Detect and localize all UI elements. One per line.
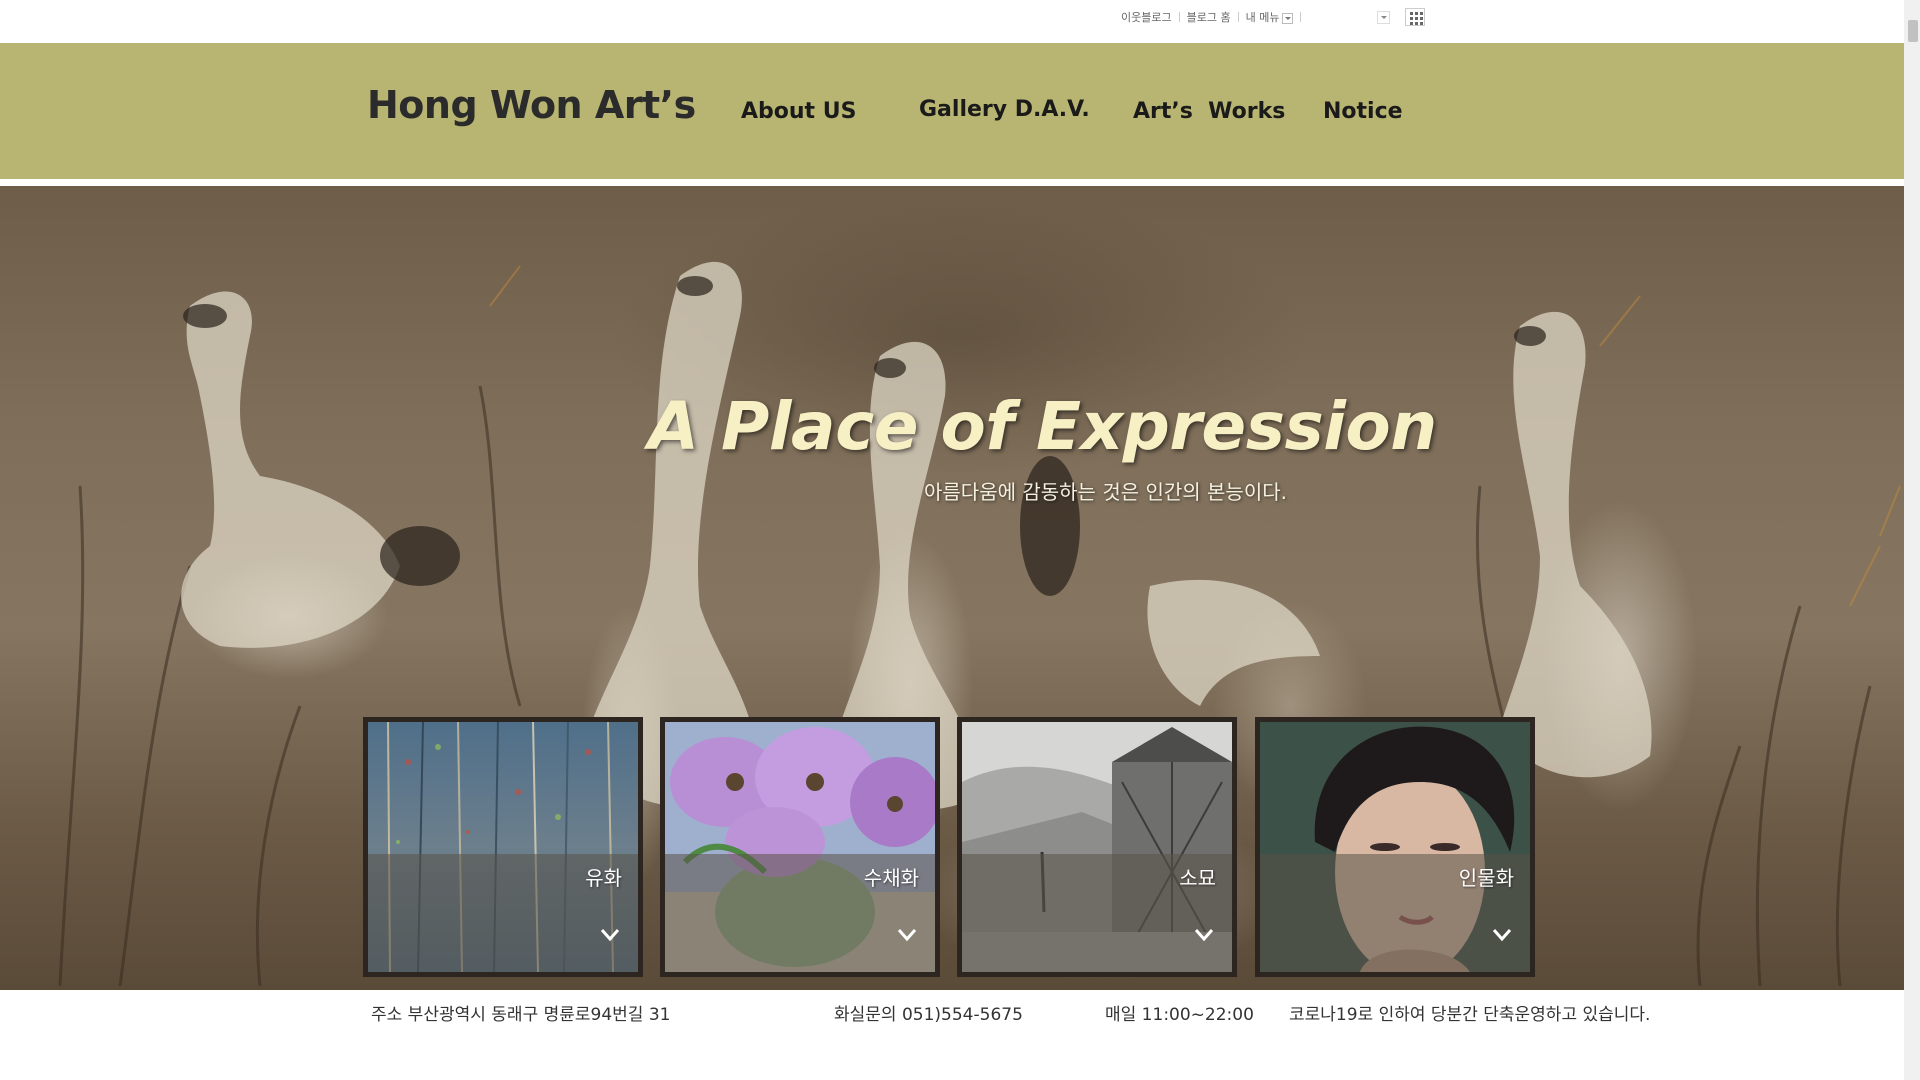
blog-home-link[interactable]: 블로그 홈 (1180, 9, 1238, 25)
category-label: 유화 (585, 866, 622, 890)
site-header: Hong Won Art’s About US Gallery D.A.V. A… (0, 43, 1904, 179)
blog-top-links: 이웃블로그 블로그 홈 내 메뉴 (1114, 9, 1302, 25)
category-label: 소묘 (1179, 866, 1216, 890)
chevron-down-icon (1194, 929, 1214, 942)
hero-title: A Place of Expression (648, 388, 1437, 465)
address-text: 주소 부산광역시 동래구 명륜로94번길 31 (371, 1005, 671, 1025)
chevron-down-icon (1282, 12, 1294, 24)
category-card-watercolor[interactable]: 수채화 (660, 717, 940, 977)
category-card-drawing[interactable]: 소묘 (957, 717, 1237, 977)
nav-arts-works[interactable]: Art’s Works (1133, 99, 1285, 124)
neighbor-blog-link[interactable]: 이웃블로그 (1114, 9, 1179, 25)
category-label: 인물화 (1458, 866, 1514, 890)
nav-notice[interactable]: Notice (1323, 99, 1403, 124)
chevron-down-icon (600, 929, 620, 942)
category-label: 수채화 (863, 866, 919, 890)
my-menu-label: 내 메뉴 (1245, 11, 1280, 24)
chevron-down-icon (897, 929, 917, 942)
hero-subtitle: 아름다움에 감동하는 것은 인간의 본능이다. (924, 480, 1287, 504)
page-scrollbar[interactable] (1904, 0, 1920, 1080)
chevron-down-icon (1492, 929, 1512, 942)
notice-text: 코로나19로 인하여 당분간 단축운영하고 있습니다. (1289, 1005, 1651, 1025)
blog-top-bar: 이웃블로그 블로그 홈 내 메뉴 (0, 0, 1920, 43)
footer-info: 주소 부산광역시 동래구 명륜로94번길 31 화실문의 051)554-567… (0, 990, 1904, 1080)
category-card-portrait[interactable]: 인물화 (1255, 717, 1535, 977)
account-dropdown-icon[interactable] (1377, 11, 1390, 24)
category-card-oil[interactable]: 유화 (363, 717, 643, 977)
scrollbar-thumb[interactable] (1908, 20, 1918, 42)
header-divider (0, 179, 1904, 186)
hours-text: 매일 11:00~22:00 (1105, 1005, 1254, 1025)
my-menu-link[interactable]: 내 메뉴 (1239, 9, 1301, 25)
divider (1300, 12, 1302, 22)
phone-text: 화실문의 051)554-5675 (834, 1005, 1023, 1025)
nav-about-us[interactable]: About US (741, 99, 856, 124)
nav-gallery[interactable]: Gallery D.A.V. (919, 97, 1090, 122)
site-logo-text[interactable]: Hong Won Art’s (367, 83, 696, 127)
hero-banner: A Place of Expression 아름다움에 감동하는 것은 인간의 … (0, 186, 1904, 990)
apps-grid-icon[interactable] (1405, 8, 1425, 26)
swan-painting-background (58, 261, 1901, 987)
